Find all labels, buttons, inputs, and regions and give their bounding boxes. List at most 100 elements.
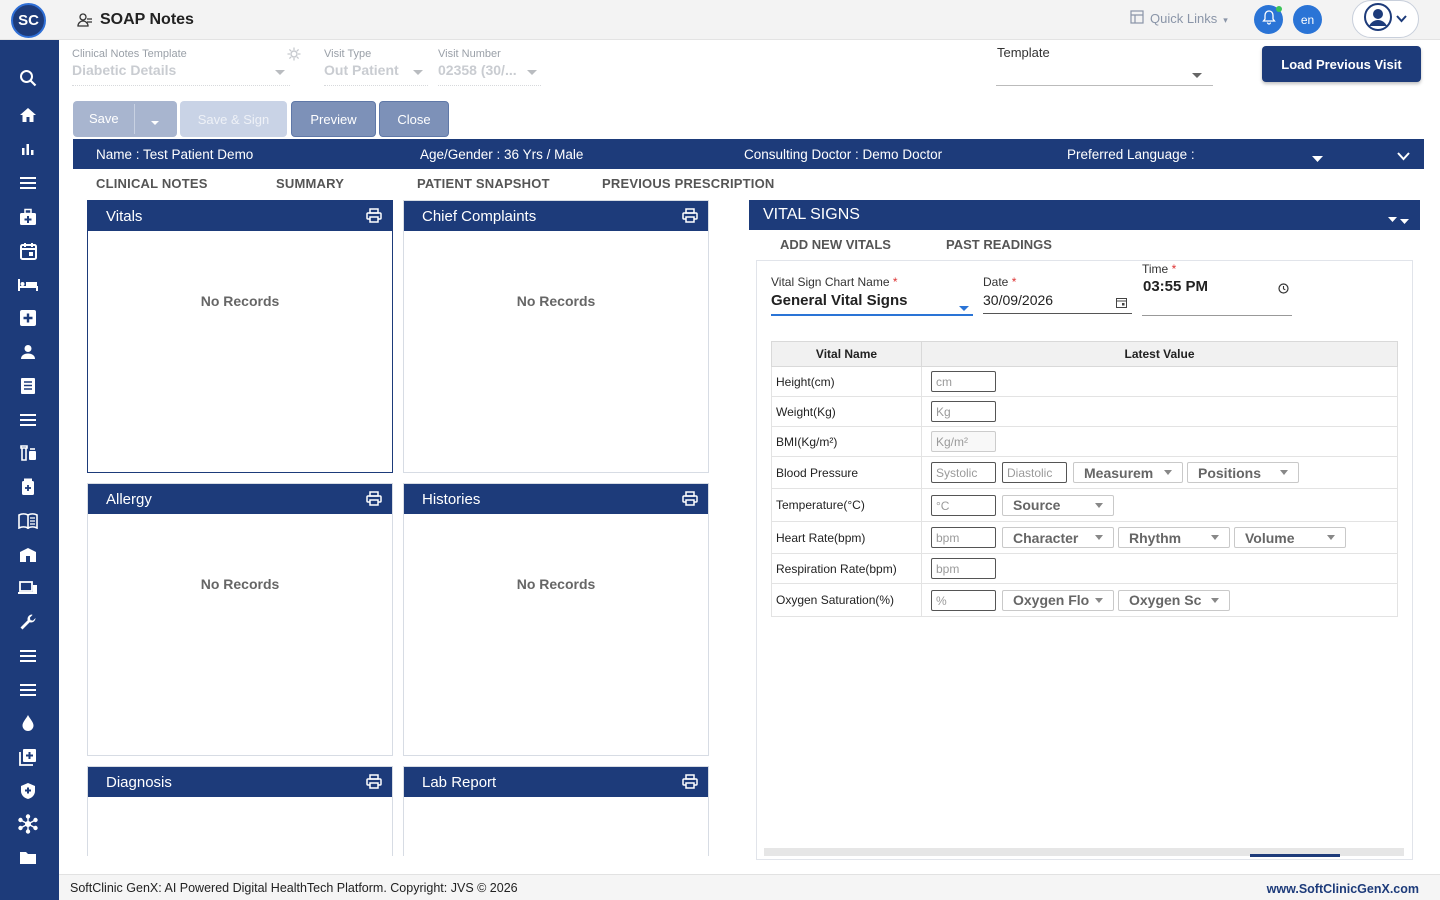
clock-icon[interactable] <box>1278 281 1289 299</box>
temperature-source-select[interactable]: Source <box>1002 494 1114 516</box>
tab-add-new-vitals[interactable]: ADD NEW VITALS <box>780 237 891 252</box>
print-icon[interactable] <box>682 491 698 510</box>
date-label: Date * <box>983 275 1017 289</box>
visit-type-label: Visit Type <box>324 48 372 60</box>
temperature-input[interactable]: °C <box>931 494 996 516</box>
save-label: Save <box>89 111 119 126</box>
vital-signs-menu-toggle[interactable] <box>1388 211 1410 229</box>
patient-name: Name : Test Patient Demo <box>96 147 254 162</box>
bp-position-select[interactable]: Positions <box>1187 462 1299 483</box>
save-dropdown-toggle[interactable] <box>151 114 159 129</box>
print-icon[interactable] <box>366 774 382 793</box>
vital-signs-title: VITAL SIGNS <box>763 206 860 223</box>
language-button[interactable]: en <box>1293 5 1322 34</box>
respiration-rate-input[interactable]: bpm <box>931 558 996 579</box>
template-select[interactable] <box>996 62 1213 86</box>
table-row: Height(cm) cm <box>771 366 1398 397</box>
diastolic-input[interactable]: Diastolic <box>1002 462 1067 483</box>
quick-links-menu[interactable]: Quick Links ▾ <box>1130 10 1228 27</box>
save-and-sign-button[interactable]: Save & Sign <box>180 101 287 137</box>
sidebar-item-hospital[interactable] <box>16 545 40 569</box>
print-icon[interactable] <box>682 208 698 227</box>
add-box-icon <box>19 748 37 771</box>
tab-past-readings[interactable]: PAST READINGS <box>946 237 1052 252</box>
partial-button[interactable] <box>1250 854 1340 857</box>
table-row: Weight(Kg) Kg <box>771 396 1398 427</box>
chevron-down-icon <box>275 70 285 75</box>
calendar-icon[interactable] <box>1116 295 1127 313</box>
tab-patient-snapshot[interactable]: PATIENT SNAPSHOT <box>417 176 550 191</box>
height-input[interactable]: cm <box>931 371 996 392</box>
devices-icon <box>18 580 38 601</box>
hr-rhythm-select[interactable]: Rhythm <box>1118 527 1230 548</box>
sidebar-item-reports[interactable] <box>16 139 40 163</box>
tab-summary[interactable]: SUMMARY <box>276 176 344 191</box>
vital-name: Oxygen Saturation(%) <box>771 583 922 617</box>
sidebar-item-devices[interactable] <box>16 578 40 602</box>
tab-clinical-notes[interactable]: CLINICAL NOTES <box>96 176 208 191</box>
hr-character-select[interactable]: Character <box>1002 527 1114 548</box>
sidebar-item-list[interactable] <box>16 410 40 434</box>
sidebar-item-menu-2[interactable] <box>16 680 40 704</box>
save-button[interactable]: Save <box>73 101 177 137</box>
vitals-card[interactable]: Vitals No Records <box>87 200 393 473</box>
date-input[interactable]: 30/09/2026 <box>983 290 1132 314</box>
sidebar-item-tools[interactable] <box>16 612 40 636</box>
oxygen-flow-select[interactable]: Oxygen Flo <box>1002 589 1114 611</box>
sidebar-item-home[interactable] <box>16 105 40 129</box>
sidebar-item-pharmacy[interactable] <box>16 443 40 467</box>
sidebar-item-lab[interactable] <box>16 477 40 501</box>
histories-card-header: Histories <box>404 484 708 514</box>
print-icon[interactable] <box>366 491 382 510</box>
oxygen-source-select[interactable]: Oxygen Sc <box>1118 589 1230 611</box>
diagnosis-card[interactable]: Diagnosis <box>87 766 393 856</box>
document-icon <box>20 377 36 400</box>
card-title: Histories <box>422 490 481 508</box>
weight-input[interactable]: Kg <box>931 401 996 422</box>
table-header-row: Vital Name Latest Value <box>771 341 1398 367</box>
expand-patient-info-toggle[interactable] <box>1397 149 1410 164</box>
footer-website-link[interactable]: www.SoftClinicGenX.com <box>1267 882 1419 896</box>
user-menu-button[interactable] <box>1352 0 1419 38</box>
load-previous-visit-button[interactable]: Load Previous Visit <box>1262 46 1421 82</box>
lab-report-card[interactable]: Lab Report <box>403 766 709 856</box>
sidebar-item-blood-bank[interactable] <box>16 713 40 737</box>
sidebar-item-add[interactable] <box>16 747 40 771</box>
sidebar-item-network[interactable] <box>16 813 40 838</box>
sidebar-item-library[interactable] <box>16 511 40 535</box>
preview-button[interactable]: Preview <box>291 101 376 137</box>
sidebar-item-medical-bag[interactable] <box>16 207 40 231</box>
sidebar-item-security[interactable] <box>16 781 40 805</box>
close-button[interactable]: Close <box>379 101 449 137</box>
sidebar-item-menu[interactable] <box>16 173 40 197</box>
systolic-input[interactable]: Systolic <box>931 462 996 483</box>
allergy-card[interactable]: Allergy No Records <box>87 483 393 756</box>
sidebar-item-documents[interactable] <box>16 376 40 400</box>
chart-name-select[interactable]: General Vital Signs <box>771 290 973 316</box>
sidebar-item-calendar[interactable] <box>16 241 40 265</box>
sidebar-item-list-2[interactable] <box>16 646 40 670</box>
histories-card[interactable]: Histories No Records <box>403 483 709 756</box>
tab-previous-prescription[interactable]: PREVIOUS PRESCRIPTION <box>602 176 775 191</box>
col-vital-name: Vital Name <box>771 341 922 367</box>
bp-measurement-select[interactable]: Measurem <box>1073 462 1183 483</box>
sidebar-item-patients[interactable] <box>16 342 40 366</box>
oxygen-saturation-input[interactable]: % <box>931 589 996 611</box>
table-row: Temperature(°C) °C Source <box>771 488 1398 522</box>
sidebar-item-search[interactable] <box>16 68 40 92</box>
hr-volume-select[interactable]: Volume <box>1234 527 1346 548</box>
chief-complaints-card[interactable]: Chief Complaints No Records <box>403 200 709 473</box>
time-input[interactable]: 03:55 PM <box>1142 276 1292 316</box>
sidebar-item-medical[interactable] <box>16 308 40 332</box>
notifications-button[interactable] <box>1254 5 1283 34</box>
heart-rate-input[interactable]: bpm <box>931 527 996 548</box>
sidebar-item-files[interactable] <box>16 848 40 872</box>
vitals-card-header: Vitals <box>88 201 392 231</box>
app-logo[interactable]: SC <box>11 3 46 38</box>
preferred-language-dropdown[interactable] <box>1312 151 1323 166</box>
sidebar-item-beds[interactable] <box>16 275 40 299</box>
print-icon[interactable] <box>682 774 698 793</box>
visit-number-select[interactable]: 02358 (30/... <box>438 62 541 86</box>
clinical-template-select[interactable]: Diabetic Details <box>72 62 290 86</box>
print-icon[interactable] <box>366 208 382 227</box>
